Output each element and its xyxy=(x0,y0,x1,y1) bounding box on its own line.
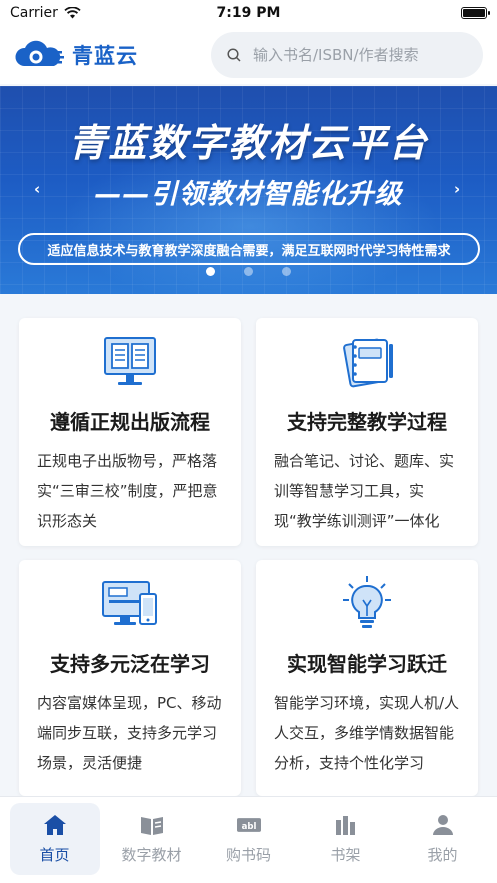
tab-purchase-code[interactable]: abl 购书码 xyxy=(204,803,294,875)
card-title: 支持多元泛在学习 xyxy=(50,652,210,676)
feature-card[interactable]: 实现智能学习跃迁 智能学习环境，实现人机/人人交互，多维学情数据智能分析，支持个… xyxy=(256,560,478,796)
tab-label: 购书码 xyxy=(225,845,271,864)
card-description: 融合笔记、讨论、题库、实训等智慧学习工具，实现“教学练训测评”一体化 xyxy=(274,452,455,530)
search-bar[interactable] xyxy=(211,32,483,78)
tab-label: 数字教材 xyxy=(121,845,182,864)
devices-icon xyxy=(102,581,157,625)
banner-prev-icon[interactable]: ‹ xyxy=(34,180,40,198)
carrier-label: Carrier xyxy=(10,5,58,21)
feature-card[interactable]: 遵循正规出版流程 正规电子出版物号，严格落实“三审三校”制度，严把意识形态关 xyxy=(19,318,241,546)
card-title: 支持完整教学过程 xyxy=(287,410,447,434)
card-description: 内容富媒体呈现，PC、移动端同步互联，支持多元学习场景，灵活便捷 xyxy=(37,694,222,772)
tab-profile[interactable]: 我的 xyxy=(398,803,488,875)
carousel-dots xyxy=(0,267,497,276)
carousel-dot[interactable] xyxy=(282,267,291,276)
banner-title: 青蓝数字教材云平台 xyxy=(68,121,429,165)
tab-bookshelf[interactable]: 书架 xyxy=(301,803,391,875)
card-description: 智能学习环境，实现人机/人人交互，多维学情数据智能分析，支持个性化学习 xyxy=(274,694,460,772)
tab-digital-textbooks[interactable]: 数字教材 xyxy=(107,803,197,875)
battery-icon xyxy=(461,7,490,19)
search-icon xyxy=(227,48,241,62)
carousel-dot[interactable] xyxy=(206,267,215,276)
tab-label: 我的 xyxy=(427,845,458,864)
book-screen-icon xyxy=(104,337,156,385)
home-icon xyxy=(43,814,66,835)
logo[interactable]: 青蓝云 xyxy=(14,40,164,70)
tab-label: 首页 xyxy=(39,845,70,864)
tab-bar: 首页 数字教材 abl 购书码 书架 我的 xyxy=(0,796,497,883)
tab-home[interactable]: 首页 xyxy=(9,803,100,875)
status-time: 7:19 PM xyxy=(216,5,281,21)
feature-card[interactable]: 支持完整教学过程 融合笔记、讨论、题库、实训等智慧学习工具，实现“教学练训测评”… xyxy=(256,318,478,546)
tab-label: 书架 xyxy=(330,845,361,864)
profile-icon xyxy=(432,814,453,835)
header: 青蓝云 xyxy=(0,26,497,84)
search-input[interactable] xyxy=(253,46,453,64)
cloud-logo-icon xyxy=(15,40,64,66)
code-label-icon: abl xyxy=(236,817,261,832)
notebook-icon xyxy=(343,338,393,388)
feature-card[interactable]: 支持多元泛在学习 内容富媒体呈现，PC、移动端同步互联，支持多元学习场景，灵活便… xyxy=(19,560,241,796)
wifi-icon xyxy=(64,7,81,19)
code-label-text: abl xyxy=(241,821,256,831)
card-title: 遵循正规出版流程 xyxy=(50,410,210,434)
carousel-dot[interactable] xyxy=(244,267,253,276)
card-title: 实现智能学习跃迁 xyxy=(287,652,447,676)
banner-slogan: 适应信息技术与教育教学深度融合需要，满足互联网时代学习特性需求 xyxy=(18,233,480,265)
logo-text: 青蓝云 xyxy=(72,44,138,68)
status-bar: Carrier 7:19 PM xyxy=(0,0,497,26)
bookshelf-icon xyxy=(335,815,355,835)
card-description: 正规电子出版物号，严格落实“三审三校”制度，严把意识形态关 xyxy=(37,452,218,530)
open-book-icon xyxy=(140,816,163,835)
banner-subtitle: ——引领教材智能化升级 xyxy=(94,179,403,210)
lightbulb-icon xyxy=(343,576,391,628)
banner-next-icon[interactable]: › xyxy=(454,180,460,198)
